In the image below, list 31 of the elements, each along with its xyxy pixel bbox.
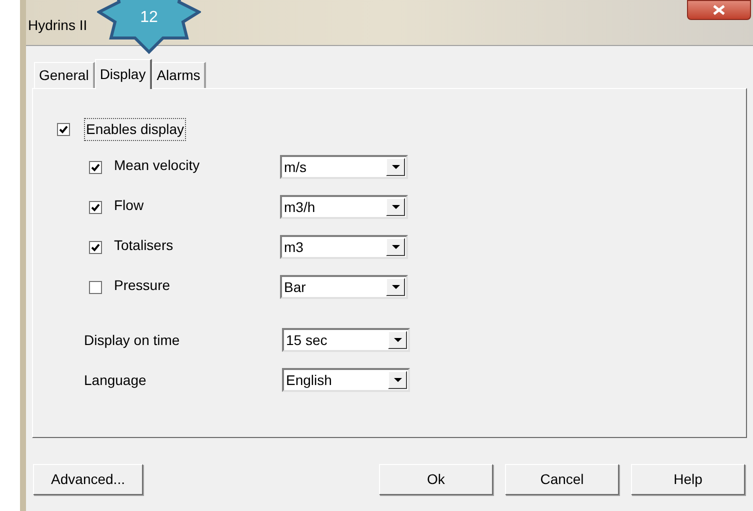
dropdown[interactable]: Bar [280, 275, 408, 299]
checkbox[interactable] [89, 200, 102, 214]
dropdown[interactable]: m/s [280, 155, 408, 179]
dialog-button[interactable]: Ok [379, 464, 493, 495]
checkbox[interactable] [57, 122, 70, 136]
checkbox-label[interactable]: Totalisers [114, 234, 280, 256]
check-icon [91, 202, 100, 212]
checkbox[interactable] [89, 280, 102, 294]
setting-label: Language [84, 370, 148, 390]
checkbox-label[interactable]: Mean velocity [114, 154, 280, 176]
dropdown[interactable]: m3 [280, 235, 408, 259]
dropdown[interactable]: 15 sec [282, 328, 410, 352]
dialog-button[interactable]: Help [631, 464, 745, 495]
tab[interactable]: Alarms [152, 62, 206, 88]
setting-label: Display on time [84, 330, 181, 350]
window-title: Hydrins II [28, 16, 88, 35]
dropdown[interactable]: m3/h [280, 195, 408, 219]
checkbox[interactable] [89, 240, 102, 254]
close-button[interactable] [687, 0, 751, 20]
dropdown[interactable]: English [282, 368, 410, 392]
checkbox-label[interactable]: Flow [114, 194, 280, 216]
checkbox-label[interactable]: Pressure [114, 274, 280, 296]
tab[interactable]: Display [94, 59, 152, 89]
dialog-button[interactable]: Cancel [505, 464, 619, 495]
advanced-button[interactable]: Advanced... [33, 464, 143, 495]
close-icon [713, 5, 725, 15]
check-icon [59, 124, 68, 134]
checkbox[interactable] [89, 160, 102, 174]
check-icon [91, 162, 100, 172]
check-icon [91, 242, 100, 252]
checkbox-label[interactable]: Enables display [84, 118, 186, 140]
